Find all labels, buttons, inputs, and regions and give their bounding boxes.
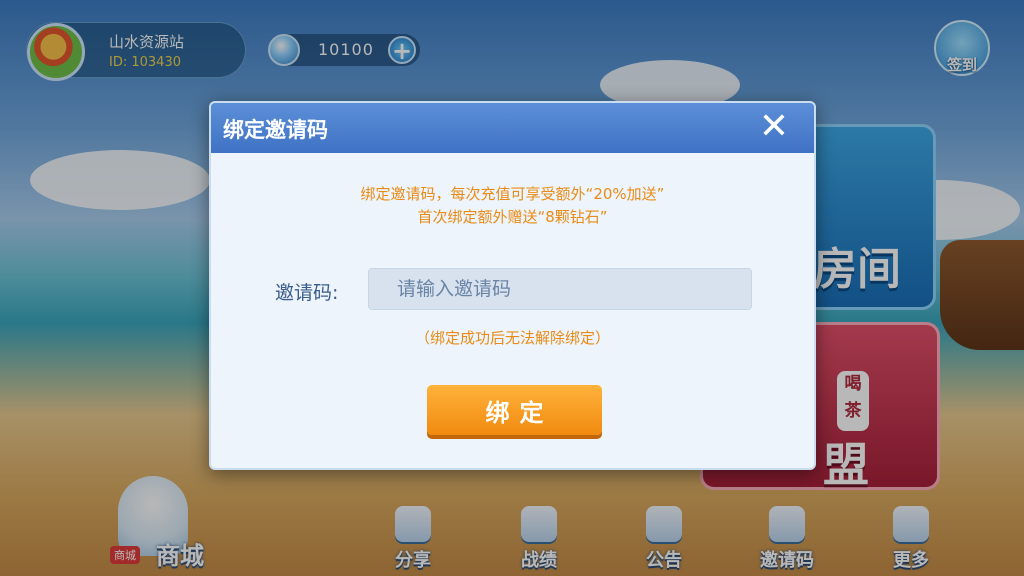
close-icon[interactable]: ✕ [754,107,794,147]
promo-text-2: 首次绑定额外赠送“8颗钻石” [417,208,608,226]
bind-invite-dialog: 绑定邀请码 ✕ 绑定邀请码，每次充值可享受额外“20%加送” 首次绑定额外赠送“… [209,101,816,470]
promo-text-1: 绑定邀请码，每次充值可享受额外“20%加送” [360,185,665,203]
invite-code-input[interactable] [368,268,752,310]
invite-code-label: 邀请码: [275,282,339,304]
bind-warning-note: （绑定成功后无法解除绑定） [414,329,610,347]
bind-button[interactable]: 绑定 [427,385,602,435]
dialog-header: 绑定邀请码 ✕ [211,103,814,153]
dialog-title: 绑定邀请码 [223,118,328,142]
